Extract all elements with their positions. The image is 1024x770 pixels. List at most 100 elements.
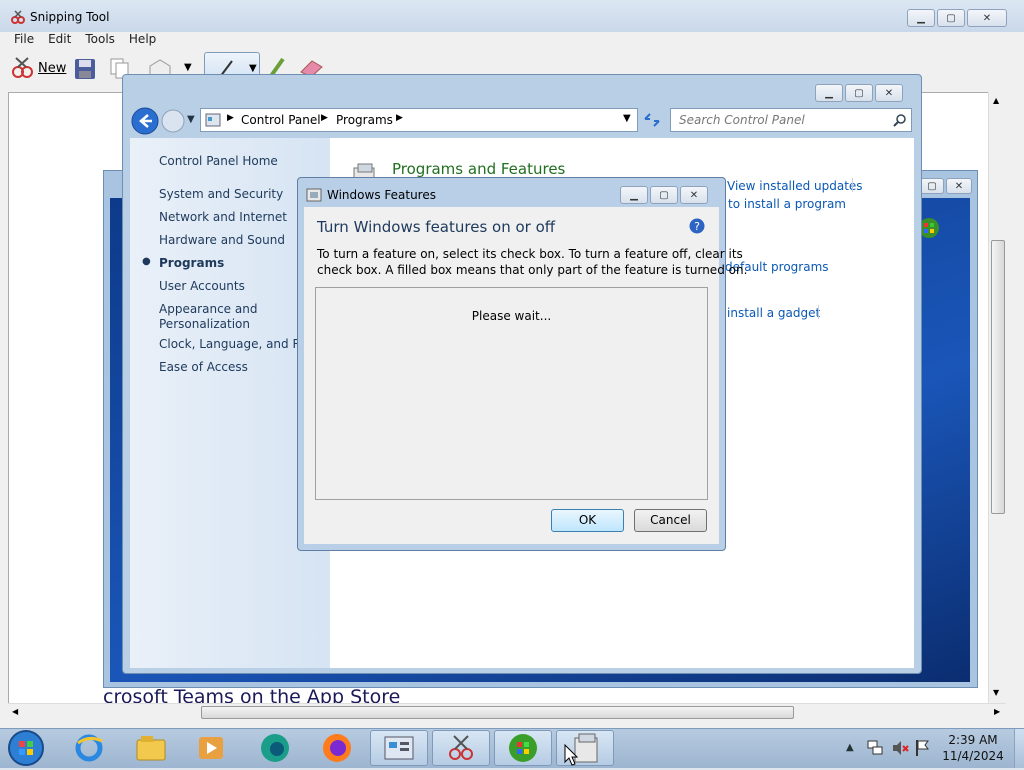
- dialog-title: Windows Features: [327, 188, 436, 202]
- minimize-button[interactable]: ▁: [907, 9, 935, 27]
- bg-close-button: ✕: [946, 178, 972, 194]
- internet-explorer-icon: [75, 734, 103, 762]
- control-panel-icon: [205, 112, 221, 131]
- scroll-down-icon[interactable]: ▼: [993, 688, 999, 697]
- edge-icon: [261, 734, 289, 762]
- nav-system-security[interactable]: System and Security: [159, 187, 283, 201]
- install-program-link[interactable]: to install a program: [728, 197, 846, 211]
- back-button[interactable]: [131, 107, 159, 138]
- address-bar[interactable]: ▶ Control Panel ▶ Programs ▶ ▼: [200, 108, 638, 132]
- firefox-icon: [323, 734, 351, 762]
- windows-features-icon: [306, 187, 322, 206]
- taskbar-media-player[interactable]: [182, 730, 240, 766]
- control-panel-icon: [384, 736, 414, 760]
- nav-appearance-line1[interactable]: Appearance and: [159, 302, 257, 316]
- scroll-right-icon[interactable]: ▶: [994, 707, 1000, 716]
- show-desktop-button[interactable]: [1014, 729, 1024, 768]
- install-gadget-link[interactable]: install a gadget: [727, 306, 820, 320]
- scroll-left-icon[interactable]: ◀: [12, 707, 18, 716]
- nav-control-panel-home[interactable]: Control Panel Home: [159, 154, 278, 168]
- section-title[interactable]: Programs and Features: [392, 160, 565, 178]
- clock-time: 2:39 AM: [948, 733, 998, 747]
- horizontal-scrollbar[interactable]: ◀ ▶: [8, 703, 1006, 721]
- clock[interactable]: 2:39 AM 11/4/2024: [938, 733, 1008, 763]
- ok-button[interactable]: OK: [551, 509, 624, 532]
- windows-media-center-icon: [509, 734, 537, 762]
- taskbar-internet-explorer[interactable]: [60, 730, 118, 766]
- dialog-minimize-button[interactable]: ▁: [620, 186, 648, 204]
- window-title: Snipping Tool: [30, 10, 110, 24]
- features-list[interactable]: Please wait...: [315, 287, 708, 500]
- mouse-cursor-icon: [564, 743, 579, 769]
- dialog-heading: Turn Windows features on or off: [317, 218, 556, 236]
- menu-file[interactable]: File: [14, 32, 34, 50]
- scroll-up-icon[interactable]: ▲: [993, 96, 999, 105]
- description-line-1: To turn a feature on, select its check b…: [317, 247, 743, 261]
- loading-status: Please wait...: [471, 309, 552, 323]
- action-center-flag-icon[interactable]: [914, 739, 930, 760]
- breadcrumb-arrow-icon: ▶: [396, 113, 403, 123]
- taskbar-media-center[interactable]: [494, 730, 552, 766]
- help-icon[interactable]: ?: [689, 218, 705, 237]
- view-installed-updates-link[interactable]: View installed updates: [727, 179, 863, 193]
- nav-programs[interactable]: Programs: [159, 256, 224, 270]
- start-button[interactable]: [6, 729, 46, 770]
- new-label: New: [38, 60, 67, 76]
- address-dropdown-icon[interactable]: ▼: [623, 113, 631, 124]
- nav-user-accounts[interactable]: User Accounts: [159, 279, 245, 293]
- breadcrumb-control-panel[interactable]: Control Panel: [241, 113, 321, 127]
- chevron-down-icon: ▼: [249, 63, 257, 74]
- scissors-icon: [10, 9, 26, 28]
- save-icon[interactable]: [74, 58, 96, 83]
- nav-network-internet[interactable]: Network and Internet: [159, 210, 287, 224]
- new-snip-icon: [12, 57, 33, 78]
- nav-ease-of-access[interactable]: Ease of Access: [159, 360, 248, 374]
- taskbar-firefox[interactable]: [308, 730, 366, 766]
- search-input[interactable]: Search Control Panel: [670, 108, 912, 132]
- maximize-button[interactable]: ▢: [937, 9, 965, 27]
- menu-help[interactable]: Help: [129, 32, 156, 50]
- taskbar-snipping-tool[interactable]: [432, 730, 490, 766]
- cp-close-button[interactable]: ✕: [875, 84, 903, 102]
- search-icon[interactable]: [893, 113, 907, 130]
- svg-text:?: ?: [694, 220, 700, 233]
- show-hidden-icons-icon[interactable]: ▲: [846, 742, 854, 753]
- recent-pages-icon[interactable]: ▼: [187, 114, 195, 125]
- horizontal-scroll-thumb[interactable]: [201, 706, 794, 719]
- menu-tools[interactable]: Tools: [85, 32, 115, 50]
- new-snip-button[interactable]: New: [10, 56, 66, 80]
- vertical-scroll-thumb[interactable]: [991, 240, 1005, 514]
- current-item-bullet-icon: ●: [142, 256, 151, 267]
- taskbar-file-explorer[interactable]: [122, 730, 180, 766]
- clock-date: 11/4/2024: [942, 749, 1004, 763]
- description-line-2: check box. A filled box means that only …: [317, 263, 748, 277]
- refresh-icon[interactable]: [642, 111, 662, 132]
- cancel-button[interactable]: Cancel: [634, 509, 707, 532]
- nav-appearance-line2[interactable]: Personalization: [159, 317, 250, 331]
- cp-maximize-button[interactable]: ▢: [845, 84, 873, 102]
- close-button[interactable]: ✕: [967, 9, 1007, 27]
- taskbar-control-panel[interactable]: [370, 730, 428, 766]
- menu-bar: File Edit Tools Help: [0, 32, 1024, 50]
- network-icon[interactable]: [866, 739, 884, 760]
- forward-button[interactable]: [161, 109, 185, 136]
- scissors-icon: [449, 735, 473, 760]
- media-player-icon: [199, 737, 223, 759]
- folder-icon: [136, 736, 166, 761]
- link-divider: [852, 178, 853, 192]
- snipping-tool-titlebar: Snipping Tool ▁ ▢ ✕: [0, 0, 1024, 32]
- link-divider: [818, 305, 819, 319]
- breadcrumb-programs[interactable]: Programs: [336, 113, 393, 127]
- volume-muted-icon[interactable]: [891, 739, 909, 760]
- dialog-maximize-button[interactable]: ▢: [650, 186, 678, 204]
- nav-hardware-sound[interactable]: Hardware and Sound: [159, 233, 285, 247]
- vertical-scrollbar[interactable]: ▲ ▼: [988, 92, 1006, 706]
- breadcrumb-arrow-icon: ▶: [227, 113, 234, 123]
- chevron-down-icon[interactable]: ▼: [184, 62, 192, 73]
- menu-edit[interactable]: Edit: [48, 32, 71, 50]
- taskbar-edge[interactable]: [246, 730, 304, 766]
- bg-restore-button: ▢: [920, 178, 944, 194]
- dialog-close-button[interactable]: ✕: [680, 186, 708, 204]
- breadcrumb-arrow-icon: ▶: [321, 113, 328, 123]
- cp-minimize-button[interactable]: ▁: [815, 84, 843, 102]
